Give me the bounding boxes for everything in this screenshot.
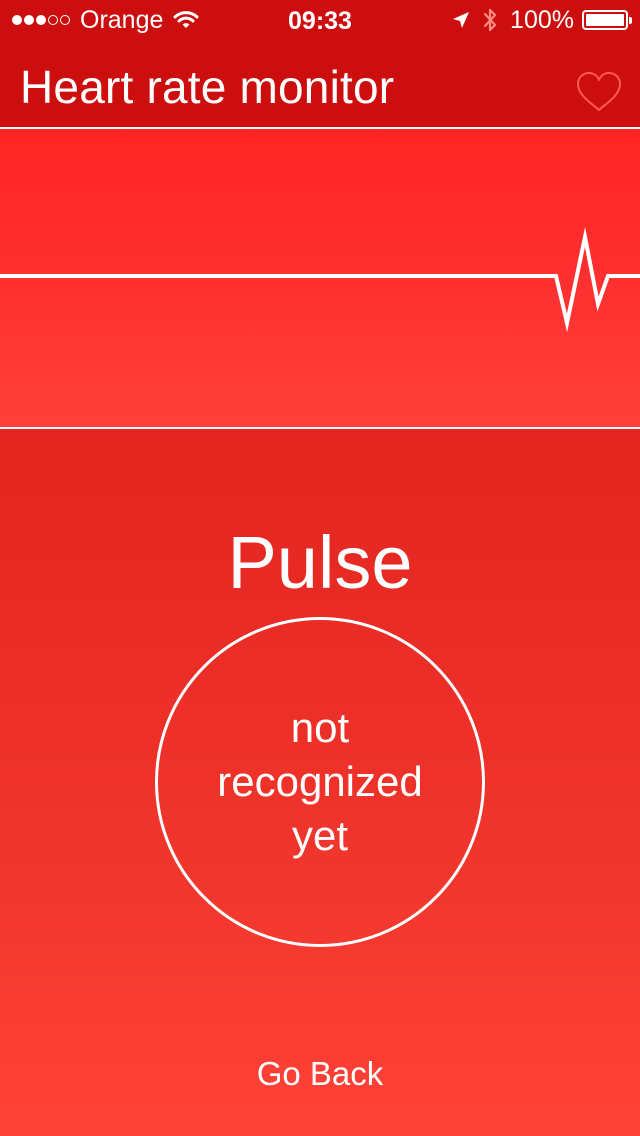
app-screen: Orange 09:33 100% Heart rate monitor Pul… <box>0 0 640 1136</box>
pulse-heading: Pulse <box>227 521 413 604</box>
divider <box>0 427 640 429</box>
status-left: Orange <box>0 0 199 40</box>
pulse-readout-circle: not recognized yet <box>155 617 485 947</box>
heart-rate-graph <box>0 129 640 428</box>
signal-dot-icon <box>24 15 34 25</box>
signal-dot-icon <box>36 15 46 25</box>
status-bar: Orange 09:33 100% <box>0 0 640 40</box>
go-back-button[interactable]: Go Back <box>0 1055 640 1093</box>
battery-percent: 100% <box>510 5 574 34</box>
signal-dot-icon <box>60 15 70 25</box>
location-arrow-icon <box>453 12 470 28</box>
signal-dot-icon <box>12 15 22 25</box>
bluetooth-icon <box>483 8 497 32</box>
page-title: Heart rate monitor <box>20 61 395 113</box>
heart-outline-icon[interactable] <box>574 70 624 114</box>
nav-bar: Heart rate monitor <box>0 40 640 128</box>
pulse-status: not recognized yet <box>217 704 423 859</box>
carrier-name: Orange <box>80 5 164 34</box>
battery-icon <box>582 10 632 30</box>
wifi-icon <box>173 11 199 28</box>
signal-dot-icon <box>48 15 58 25</box>
pulse-waveform <box>0 226 640 333</box>
status-right: 100% <box>452 0 640 40</box>
